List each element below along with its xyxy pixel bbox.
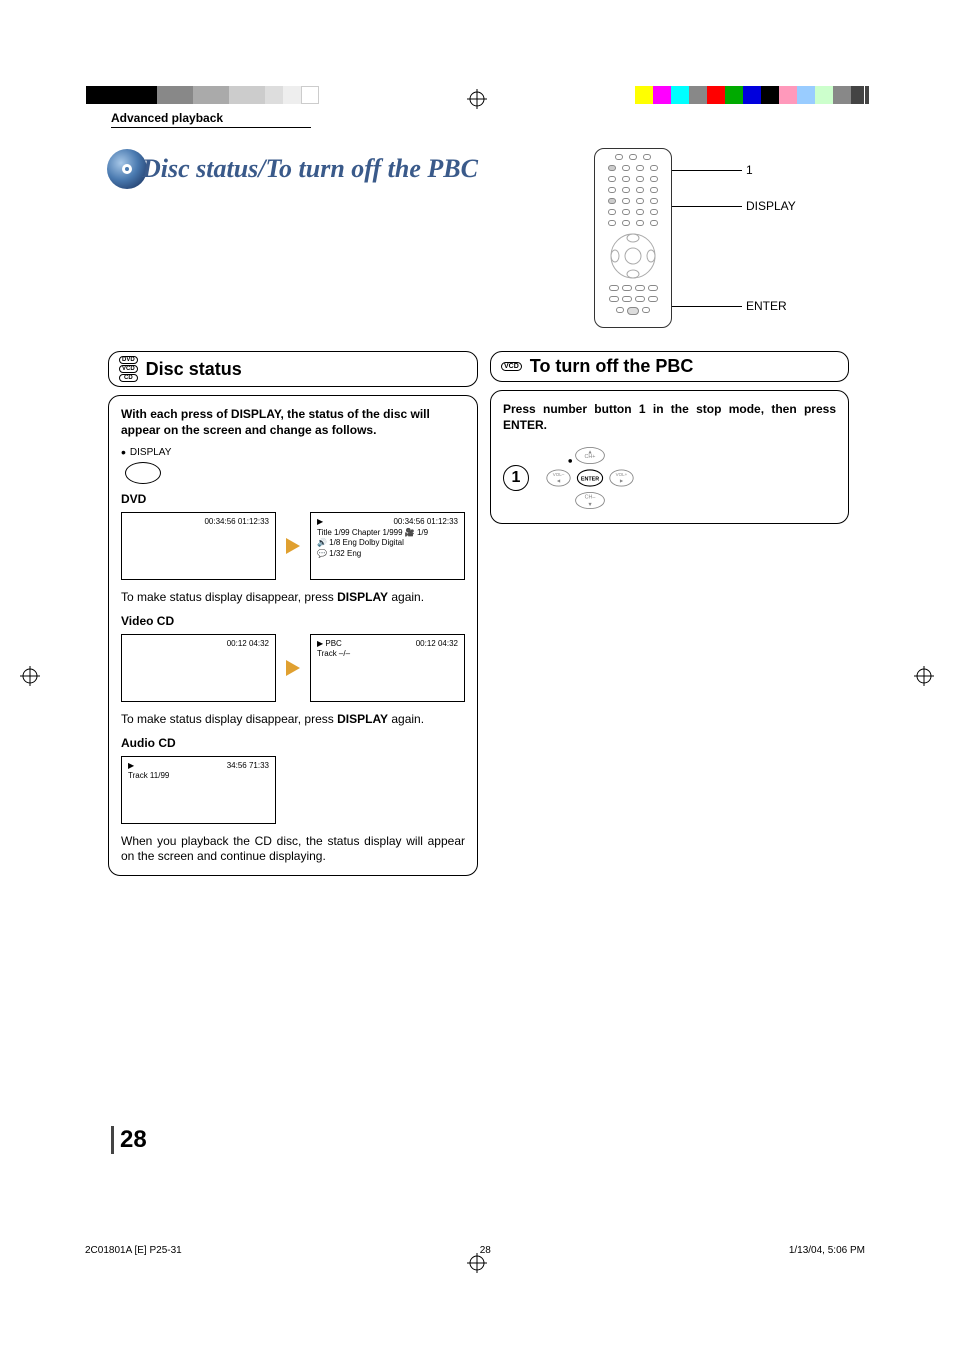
badge-dvd: DVD <box>119 356 138 364</box>
acd-osd-row: ▶ 34:56 71:33 Track 11/99 <box>121 756 465 824</box>
dvd-osd-2: ▶ 00:34:56 01:12:33 Title 1/99 Chapter 1… <box>310 512 465 580</box>
badge-vcd-pbc: VCD <box>501 362 522 371</box>
vcd-osd-2: ▶ PBC 00:12 04:32 Track –/– <box>310 634 465 702</box>
dpad-icon: CH+ ▲ CH– ▼ VOL– ◄ VOL+ ► ENTER <box>545 443 635 513</box>
svg-text:▼: ▼ <box>587 502 592 508</box>
disc-status-header: DVD VCD CD Disc status <box>108 351 478 387</box>
intro-text: With each press of DISPLAY, the status o… <box>121 406 465 438</box>
svg-text:►: ► <box>619 479 624 485</box>
display-label: DISPLAY <box>130 447 172 458</box>
vcd-note: To make status display disappear, press … <box>121 712 465 728</box>
svg-text:▲: ▲ <box>587 450 592 456</box>
dvd-label: DVD <box>121 492 465 506</box>
arrow-right-icon <box>286 538 300 554</box>
vcd-osd-1: 00:12 04:32 <box>121 634 276 702</box>
vcd-label: Video CD <box>121 614 465 628</box>
display-bullet: • DISPLAY <box>121 444 465 460</box>
format-badges: DVD VCD CD <box>119 356 138 382</box>
columns: DVD VCD CD Disc status With each press o… <box>108 351 849 876</box>
pbc-step-row: 1 CH+ ▲ CH– ▼ VOL– ◄ VOL+ ► <box>503 443 836 513</box>
pbc-box: Press number button 1 in the stop mode, … <box>490 390 849 524</box>
disc-status-box: With each press of DISPLAY, the status o… <box>108 395 478 876</box>
remote-diagram: 1 DISPLAY ENTER <box>584 148 844 333</box>
dvd-osd-1: 00:34:56 01:12:33 <box>121 512 276 580</box>
pbc-title: To turn off the PBC <box>530 356 694 377</box>
svg-text:VOL+: VOL+ <box>616 473 628 478</box>
remote-body <box>594 148 672 328</box>
dvd-note: To make status display disappear, press … <box>121 590 465 606</box>
right-column: VCD To turn off the PBC Press number but… <box>490 351 849 876</box>
callout-enter: ENTER <box>746 299 787 313</box>
svg-text:ENTER: ENTER <box>581 477 599 483</box>
svg-text:◄: ◄ <box>556 479 561 485</box>
footer-right: 1/13/04, 5:06 PM <box>789 1245 865 1256</box>
title-block: Disc status/To turn off the PBC <box>106 148 478 190</box>
footer-left: 2C01801A [E] P25-31 <box>85 1245 182 1256</box>
registration-mark-bottom-icon <box>467 1253 487 1273</box>
left-column: DVD VCD CD Disc status With each press o… <box>108 351 478 876</box>
callout-one: 1 <box>746 163 753 177</box>
vcd-osd-row: 00:12 04:32 ▶ PBC 00:12 04:32 Track –/– <box>121 634 465 702</box>
pbc-header: VCD To turn off the PBC <box>490 351 849 382</box>
arrow-right-icon <box>286 660 300 676</box>
acd-osd: ▶ 34:56 71:33 Track 11/99 <box>121 756 276 824</box>
registration-mark-right-icon <box>914 666 934 686</box>
section-header: Advanced playback <box>111 111 311 128</box>
svg-text:VOL–: VOL– <box>553 473 565 478</box>
printer-marks-top <box>0 40 954 70</box>
step-number: 1 <box>503 465 529 491</box>
page-content: Advanced playback Disc status/To turn of… <box>85 85 865 1275</box>
disc-status-title: Disc status <box>146 359 242 380</box>
badge-cd: CD <box>119 374 138 382</box>
dvd-osd-row: 00:34:56 01:12:33 ▶ 00:34:56 01:12:33 Ti… <box>121 512 465 580</box>
callout-display: DISPLAY <box>746 199 796 213</box>
pbc-instruction: Press number button 1 in the stop mode, … <box>503 401 836 433</box>
acd-note: When you playback the CD disc, the statu… <box>121 834 465 865</box>
registration-mark-left-icon <box>20 666 40 686</box>
title-row: Disc status/To turn off the PBC <box>106 148 864 333</box>
svg-text:CH–: CH– <box>585 495 596 501</box>
acd-label: Audio CD <box>121 736 465 750</box>
page-number: 28 <box>111 1126 147 1154</box>
display-button-icon <box>125 462 161 484</box>
badge-vcd: VCD <box>119 365 138 373</box>
page-title: Disc status/To turn off the PBC <box>142 154 478 184</box>
